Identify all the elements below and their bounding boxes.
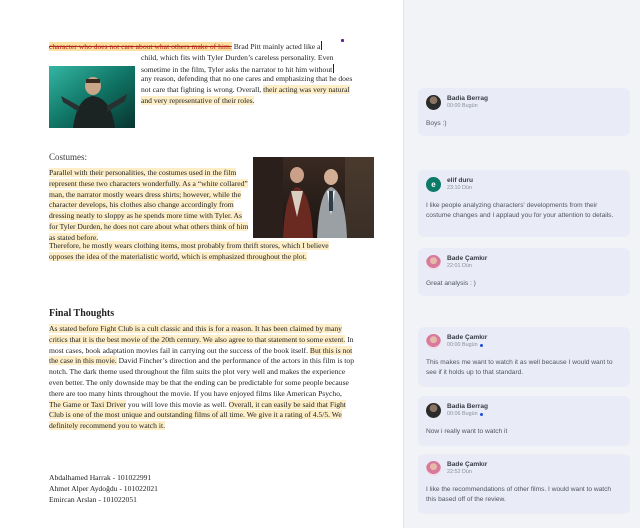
unread-dot-icon xyxy=(479,344,483,347)
avatar[interactable] xyxy=(426,461,441,476)
unread-dot-icon xyxy=(479,413,483,416)
paragraph-acting-rest[interactable]: any reason, defending that no one cares … xyxy=(141,74,353,106)
author-list: Abdalhamed Harrak - 101022991 Ahmet Alpe… xyxy=(49,473,158,505)
comment-card[interactable]: Badia Berrag 00:00 Bugün Boys :) xyxy=(418,88,630,136)
final-highlight-one: As stated before Fight Club is a cult cl… xyxy=(49,324,346,344)
comment-card[interactable]: e elif duru 23:10 Dün I like people anal… xyxy=(418,170,630,237)
comment-text: Boys :) xyxy=(426,120,447,127)
avatar[interactable] xyxy=(426,403,441,418)
avatar[interactable] xyxy=(426,255,441,270)
final-text-three: you will love this movie as well. xyxy=(125,399,229,409)
final-highlight-three: The Game or Taxi Driver xyxy=(49,399,126,409)
paragraph-costumes[interactable]: Parallel with their personalities, the c… xyxy=(49,168,249,244)
avatar[interactable]: e xyxy=(426,177,441,192)
comment-text: This makes me want to watch it as well b… xyxy=(426,359,613,376)
comment-text: Great analysis : ) xyxy=(426,280,476,287)
author-line: Emircan Arslan - 101022051 xyxy=(49,494,137,504)
comment-author[interactable]: elif duru xyxy=(447,177,473,185)
avatar[interactable] xyxy=(426,95,441,110)
comment-time: 00:00 Bugün xyxy=(447,103,478,109)
comment-card[interactable]: Bade Çamkır 00:00 Bugün This makes me wa… xyxy=(418,327,630,387)
text-cursor xyxy=(321,41,323,50)
struck-text: character who does not care about what o… xyxy=(49,42,232,51)
comment-author[interactable]: Bade Çamkır xyxy=(447,255,487,263)
comment-time: 00:06 Bugün xyxy=(447,411,478,417)
avatar[interactable] xyxy=(426,334,441,349)
paragraph-acting-first-line[interactable]: character who does not care about what o… xyxy=(49,41,352,53)
paragraph-acting-wrap[interactable]: child, which fits with Tyler Durden’s ca… xyxy=(141,53,353,76)
paragraph-costumes-continued[interactable]: Therefore, he mostly wears clothing item… xyxy=(49,241,349,263)
comment-author[interactable]: Bade Çamkır xyxy=(447,334,487,342)
document-page[interactable]: character who does not care about what o… xyxy=(0,0,403,528)
film-still-image[interactable] xyxy=(49,66,135,128)
comment-card[interactable]: Bade Çamkır 22:01 Dün Great analysis : ) xyxy=(418,248,630,296)
costumes-highlight: Parallel with their personalities, the c… xyxy=(49,168,249,242)
comment-author[interactable]: Bade Çamkır xyxy=(447,461,487,469)
comment-author[interactable]: Badia Berrag xyxy=(447,403,488,411)
acting-text-start: Brad Pitt mainly acted like a xyxy=(231,42,321,51)
comment-text: I like people analyzing characters' deve… xyxy=(426,202,614,219)
comment-card[interactable]: Badia Berrag 00:06 Bugün Now i really wa… xyxy=(418,396,630,446)
paragraph-final-thoughts[interactable]: As stated before Fight Club is a cult cl… xyxy=(49,324,354,432)
comment-text: Now i really want to watch it xyxy=(426,428,508,435)
costumes-highlight-continued: Therefore, he mostly wears clothing item… xyxy=(49,241,329,261)
author-line: Ahmet Alper Aydoğdu - 101022021 xyxy=(49,483,158,493)
comment-author[interactable]: Badia Berrag xyxy=(447,95,488,103)
text-cursor-secondary xyxy=(333,63,335,73)
costumes-heading: Costumes: xyxy=(49,152,88,162)
comment-time: 00:00 Bugün xyxy=(447,342,478,348)
final-thoughts-heading: Final Thoughts xyxy=(49,308,115,319)
comment-time: 22:01 Dün xyxy=(447,263,472,269)
comments-pane[interactable]: Badia Berrag 00:00 Bugün Boys :) e elif … xyxy=(403,0,640,528)
film-still-image-two[interactable] xyxy=(253,157,374,238)
comment-time: 22:52 Dün xyxy=(447,469,472,475)
acting-text-middle: child, which fits with Tyler Durden’s ca… xyxy=(141,53,334,74)
comment-text: I like the recommendations of other film… xyxy=(426,486,612,503)
author-line: Abdalhamed Harrak - 101022991 xyxy=(49,473,152,482)
comment-card[interactable]: Bade Çamkır 22:52 Dün I like the recomme… xyxy=(418,454,630,514)
comment-time: 23:10 Dün xyxy=(447,185,472,191)
